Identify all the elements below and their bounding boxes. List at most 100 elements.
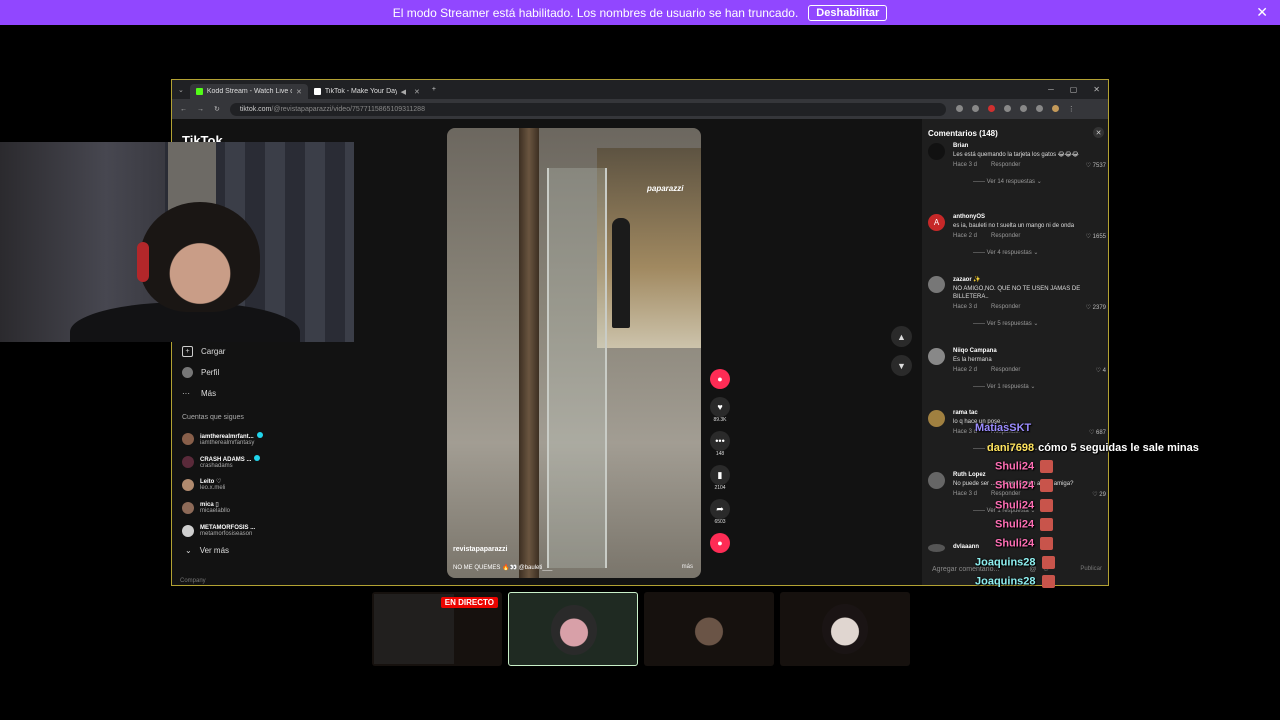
puzzle-icon[interactable] [1019,105,1027,112]
reload-icon[interactable]: ↻ [214,105,220,113]
close-icon[interactable]: ✕ [1256,4,1268,21]
like-button[interactable]: ♥ 89.3K [710,397,730,423]
video-author[interactable]: revistapaparazzi [453,546,507,553]
video-actions: ● ♥ 89.3K ••• 148 ▮ 2104 ➦ 6503 ● [709,369,731,561]
chat-message: Shuli24 [995,479,1054,492]
comment-count: 148 [715,451,725,457]
close-icon[interactable]: ✕ [1093,127,1104,138]
comment-button[interactable]: ••• 148 [710,431,730,457]
url-field[interactable]: tiktok.com/@revistapaparazzi/video/75771… [229,102,946,116]
minimize-icon[interactable]: ─ [1048,85,1054,94]
reply-button[interactable]: Responder [991,233,1020,240]
chat-user: Shuli24 [995,460,1035,473]
comment-likes[interactable]: ♡ 2379 [1086,304,1106,311]
avatar [182,478,194,491]
media-icon[interactable] [1035,105,1043,112]
video-player[interactable]: paparazzi revistapaparazzi NO ME QUEMES … [447,128,701,578]
share-count: 6503 [714,519,726,525]
extension-icon[interactable] [987,105,995,112]
maximize-icon[interactable]: ▢ [1070,85,1078,94]
author-avatar-button[interactable]: ● [710,369,730,389]
emote-icon [1040,499,1054,512]
account-handle: metamorfosiseason [200,530,253,537]
extension-icon[interactable] [955,105,963,112]
reply-button[interactable]: Responder [991,162,1020,169]
back-icon[interactable]: ← [180,106,187,113]
reply-button[interactable]: Responder [991,491,1020,498]
comment-user[interactable]: zazaor ✨ [953,276,1106,283]
following-account[interactable]: CRASH ADAMS ... crashadams [182,450,332,473]
webcam-person-head [140,202,260,312]
avatar[interactable] [928,276,945,293]
tab-search-icon[interactable]: ⌄ [172,86,190,94]
stream-thumbnail-selected[interactable] [508,592,638,666]
tab-close-icon[interactable]: ✕ [296,88,302,96]
tab-close-icon[interactable]: ✕ [414,88,420,96]
sidebar-item-label: Perfil [201,368,220,377]
emote-icon [1040,460,1054,473]
chevron-down-icon[interactable]: ▼ [891,355,912,376]
comment-user[interactable]: Niiqo Campana [953,348,1106,354]
comment-text: es ia, bauleti no t suelta un mango ni d… [953,223,1075,229]
avatar[interactable] [928,143,945,160]
comment-time: Hace 2 d [953,367,978,373]
comment-user[interactable]: Brian [953,143,1106,149]
following-account[interactable]: Leito ♡ leo.x.meli [182,473,332,496]
stream-thumbnails: EN DIRECTO [372,592,910,666]
comment-likes[interactable]: ♡ 687 [1089,429,1106,436]
music-disc-button[interactable]: ● [710,533,730,553]
stream-thumbnail[interactable] [644,592,774,666]
avatar: ● [710,369,730,389]
stream-thumbnail-screen[interactable]: EN DIRECTO [372,592,502,666]
footer-company[interactable]: Company [180,578,206,584]
view-replies-button[interactable]: —— Ver 4 respuestas ⌄ [953,249,1106,256]
new-tab-icon[interactable]: + [432,86,436,93]
profile-avatar[interactable] [1051,105,1059,112]
menu-kebab-icon[interactable]: ⋮ [1068,105,1075,113]
video-glass-door [547,168,607,568]
account-handle: micaelabllo [200,508,231,514]
extension-icon[interactable] [1003,105,1011,112]
share-button[interactable]: ➦ 6503 [710,499,730,525]
chevron-up-icon[interactable]: ▲ [891,326,912,347]
bookmark-star-icon[interactable] [971,105,979,112]
chat-message: Shuli24 [995,537,1054,550]
publish-button[interactable]: Publicar [1080,566,1102,572]
comment-likes[interactable]: ♡ 7537 [1086,162,1106,169]
see-more-button[interactable]: ⌄ Ver más [182,546,332,555]
comment-user[interactable]: anthonyOS [953,214,1106,220]
tab-tiktok[interactable]: TikTok - Make Your Day ◀ ✕ [308,84,426,99]
following-title: Cuentas que sigues [182,414,244,421]
following-account[interactable]: iamtherealmrfant... iamtherealmrfantasy [182,427,332,450]
streamer-mode-banner: El modo Streamer está habilitado. Los no… [0,0,1280,25]
view-replies-button[interactable]: —— Ver 5 respuestas ⌄ [953,320,1106,327]
view-replies-button[interactable]: —— Ver 14 respuestas ⌄ [953,178,1106,185]
comment-likes[interactable]: ♡ 4 [1096,367,1106,374]
bookmark-button[interactable]: ▮ 2104 [710,465,730,491]
comment-user[interactable]: rama tac [953,410,1106,416]
reply-button[interactable]: Responder [991,304,1020,311]
forward-icon[interactable]: → [197,106,204,113]
stream-thumbnail[interactable] [780,592,910,666]
disable-streamer-mode-button[interactable]: Deshabilitar [808,4,888,21]
view-replies-button[interactable]: —— Ver 1 respuesta ⌄ [953,383,1106,390]
sidebar-item-more[interactable]: ··· Más [182,383,225,404]
chat-user: Shuli24 [995,499,1035,512]
avatar[interactable] [928,410,945,427]
sidebar-item-upload[interactable]: + Cargar [182,341,225,362]
comment-likes[interactable]: ♡ 29 [1092,491,1106,498]
chat-message: Joaquins28 [975,575,1055,588]
sidebar-item-profile[interactable]: Perfil [182,362,225,383]
avatar[interactable] [928,348,945,365]
avatar[interactable] [928,472,945,489]
following-account[interactable]: mica ▯ micaelabllo [182,496,332,519]
avatar [551,605,597,655]
reply-button[interactable]: Responder [991,367,1020,374]
close-window-icon[interactable]: ✕ [1093,85,1100,94]
tab-kodd[interactable]: Kodd Stream - Watch Live on K ✕ [189,84,308,99]
avatar[interactable]: A [928,214,945,231]
caption-more-link[interactable]: más [682,564,693,570]
avatar[interactable] [928,544,945,552]
comment-likes[interactable]: ♡ 1655 [1086,233,1106,240]
following-account[interactable]: METAMORFOSIS ... metamorfosiseason [182,519,332,542]
